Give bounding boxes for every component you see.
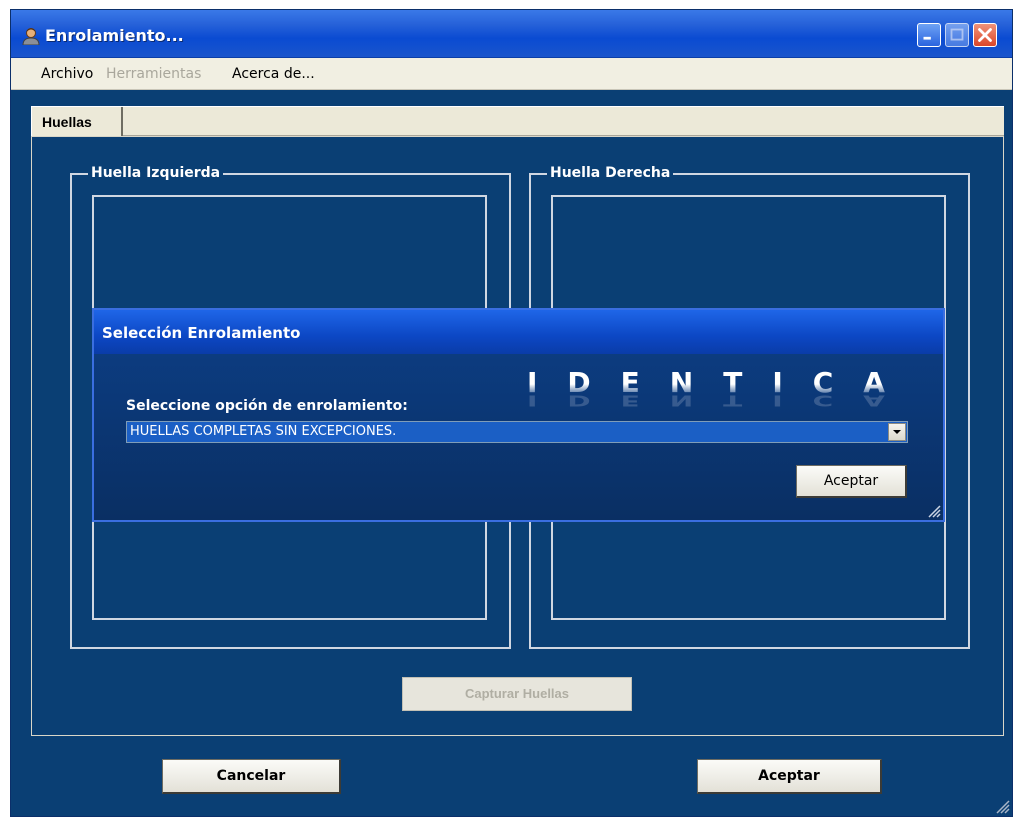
tab-huellas-label: Huellas	[42, 114, 92, 130]
menu-herramientas[interactable]: Herramientas	[106, 66, 201, 82]
capturar-huellas-button[interactable]: Capturar Huellas	[402, 677, 632, 711]
minimize-button[interactable]	[917, 23, 941, 47]
group-huella-derecha-label: Huella Derecha	[547, 165, 674, 181]
menu-archivo[interactable]: Archivo	[41, 66, 93, 82]
close-icon	[978, 28, 992, 42]
enrolamiento-option-select[interactable]: HUELLAS COMPLETAS SIN EXCEPCIONES.	[126, 421, 908, 443]
menu-acerca-de[interactable]: Acerca de...	[232, 66, 315, 82]
maximize-button[interactable]	[945, 23, 969, 47]
close-button[interactable]	[973, 23, 997, 47]
dialog-title: Selección Enrolamiento	[102, 324, 301, 342]
svg-text:IDENTICA: IDENTICA	[527, 392, 915, 410]
minimize-icon	[923, 36, 931, 40]
enrolamiento-option-value: HUELLAS COMPLETAS SIN EXCEPCIONES.	[130, 424, 397, 439]
enrolamiento-option-label: Seleccione opción de enrolamiento:	[126, 398, 408, 414]
chevron-down-icon	[893, 430, 901, 434]
dialog-aceptar-button[interactable]: Aceptar	[796, 465, 907, 498]
dialog-resize-grip-icon[interactable]	[925, 502, 941, 518]
dialog-title-bar[interactable]: Selección Enrolamiento	[94, 310, 943, 354]
tab-strip: Huellas	[31, 106, 1004, 137]
group-huella-izquierda-label: Huella Izquierda	[88, 165, 224, 181]
seleccion-enrolamiento-dialog: Selección Enrolamiento IDENTICA IDENTICA…	[92, 308, 945, 522]
identica-logo: IDENTICA IDENTICA	[527, 366, 915, 410]
menu-bar: Archivo Herramientas Acerca de...	[11, 58, 1012, 90]
aceptar-button[interactable]: Aceptar	[697, 759, 882, 794]
user-icon	[22, 28, 40, 45]
title-bar[interactable]: Enrolamiento...	[11, 10, 1012, 58]
cancelar-button[interactable]: Cancelar	[162, 759, 341, 794]
resize-grip-icon[interactable]	[992, 796, 1010, 814]
maximize-icon	[950, 28, 964, 41]
dropdown-arrow-button[interactable]	[888, 423, 906, 441]
window-title: Enrolamiento...	[45, 26, 184, 45]
tab-huellas[interactable]: Huellas	[31, 107, 123, 137]
